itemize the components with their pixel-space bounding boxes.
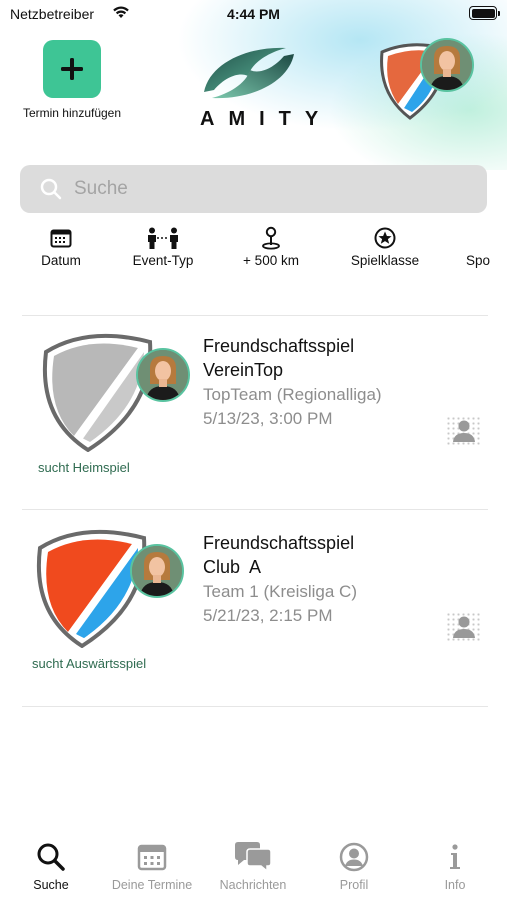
tab-info[interactable]: Info: [405, 840, 505, 892]
user-avatar: [420, 38, 474, 92]
tab-info-label: Info: [444, 878, 466, 892]
contact-button[interactable]: [446, 416, 482, 446]
tab-appointments[interactable]: Deine Termine: [102, 840, 202, 892]
tab-bar: Suche Deine Termine Nachrichten Profil I…: [0, 840, 507, 900]
tab-messages-label: Nachrichten: [219, 878, 287, 892]
clock: 4:44 PM: [227, 6, 280, 22]
seeking-label: sucht Heimspiel: [38, 460, 130, 475]
search-bar[interactable]: [20, 165, 487, 213]
filter-date-label: Datum: [41, 253, 81, 268]
seeking-label: sucht Auswärtsspiel: [32, 656, 147, 671]
calendar-icon: [50, 229, 72, 248]
filter-distance[interactable]: + 500 km: [236, 226, 306, 276]
filter-event-type[interactable]: Event-Typ: [126, 226, 200, 276]
amity-logo: AMITY: [190, 42, 333, 134]
list-divider: [22, 706, 488, 707]
event-datetime: 5/21/23, 2:15 PM: [203, 606, 333, 625]
search-icon: [40, 178, 62, 200]
filter-event-type-label: Event-Typ: [132, 253, 194, 268]
chat-icon: [235, 842, 272, 873]
event-datetime: 5/13/23, 3:00 PM: [203, 409, 333, 428]
event-team: Team 1 (Kreisliga C): [203, 582, 357, 601]
tab-appointments-label: Deine Termine: [111, 878, 193, 892]
people-link-icon: [148, 227, 178, 249]
profile-crest-button[interactable]: [376, 38, 480, 120]
status-bar: Netzbetreiber 4:44 PM: [0, 0, 507, 28]
event-club: VereinTop: [203, 360, 284, 380]
event-title: Freundschaftsspiel: [203, 336, 355, 356]
team-avatar: [136, 348, 190, 402]
filter-date[interactable]: Datum: [34, 226, 88, 276]
tab-search-label: Suche: [33, 878, 69, 892]
event-card[interactable]: sucht Auswärtsspiel Freundschaftsspiel C…: [22, 512, 488, 702]
tab-search[interactable]: Suche: [1, 840, 101, 892]
filter-distance-label: + 500 km: [243, 253, 299, 268]
event-card[interactable]: sucht Heimspiel Freundschaftsspiel Verei…: [22, 318, 488, 508]
filter-bar: Datum Event-Typ + 500 km Spielklasse Spo: [0, 226, 507, 276]
event-title: Freundschaftsspiel: [203, 533, 355, 553]
person-icon: [453, 420, 475, 442]
list-divider: [22, 315, 488, 316]
filter-league-label: Spielklasse: [350, 253, 420, 268]
team-avatar: [130, 544, 184, 598]
filter-sport-label: Spo: [466, 253, 491, 268]
filter-sport[interactable]: Spo: [466, 226, 507, 276]
star-circle-icon: [374, 227, 396, 249]
calendar-icon: [137, 844, 167, 871]
tab-profile-label: Profil: [339, 878, 369, 892]
add-appointment-button[interactable]: [43, 40, 101, 98]
profile-icon: [339, 842, 369, 872]
info-icon: [450, 844, 460, 869]
tab-messages[interactable]: Nachrichten: [203, 840, 303, 892]
search-input[interactable]: [74, 178, 454, 200]
plus-icon: [61, 58, 83, 80]
filter-league[interactable]: Spielklasse: [344, 226, 426, 276]
event-team: TopTeam (Regionalliga): [203, 385, 382, 404]
person-icon: [453, 616, 475, 638]
tab-profile[interactable]: Profil: [304, 840, 404, 892]
battery-icon: [469, 6, 500, 20]
search-icon: [37, 843, 65, 871]
location-pin-icon: [262, 226, 280, 250]
event-club: Club A: [203, 557, 262, 577]
logo-text: AMITY: [200, 108, 333, 130]
add-appointment-label: Termin hinzufügen: [22, 106, 122, 120]
list-divider: [22, 509, 488, 510]
contact-button[interactable]: [446, 612, 482, 642]
